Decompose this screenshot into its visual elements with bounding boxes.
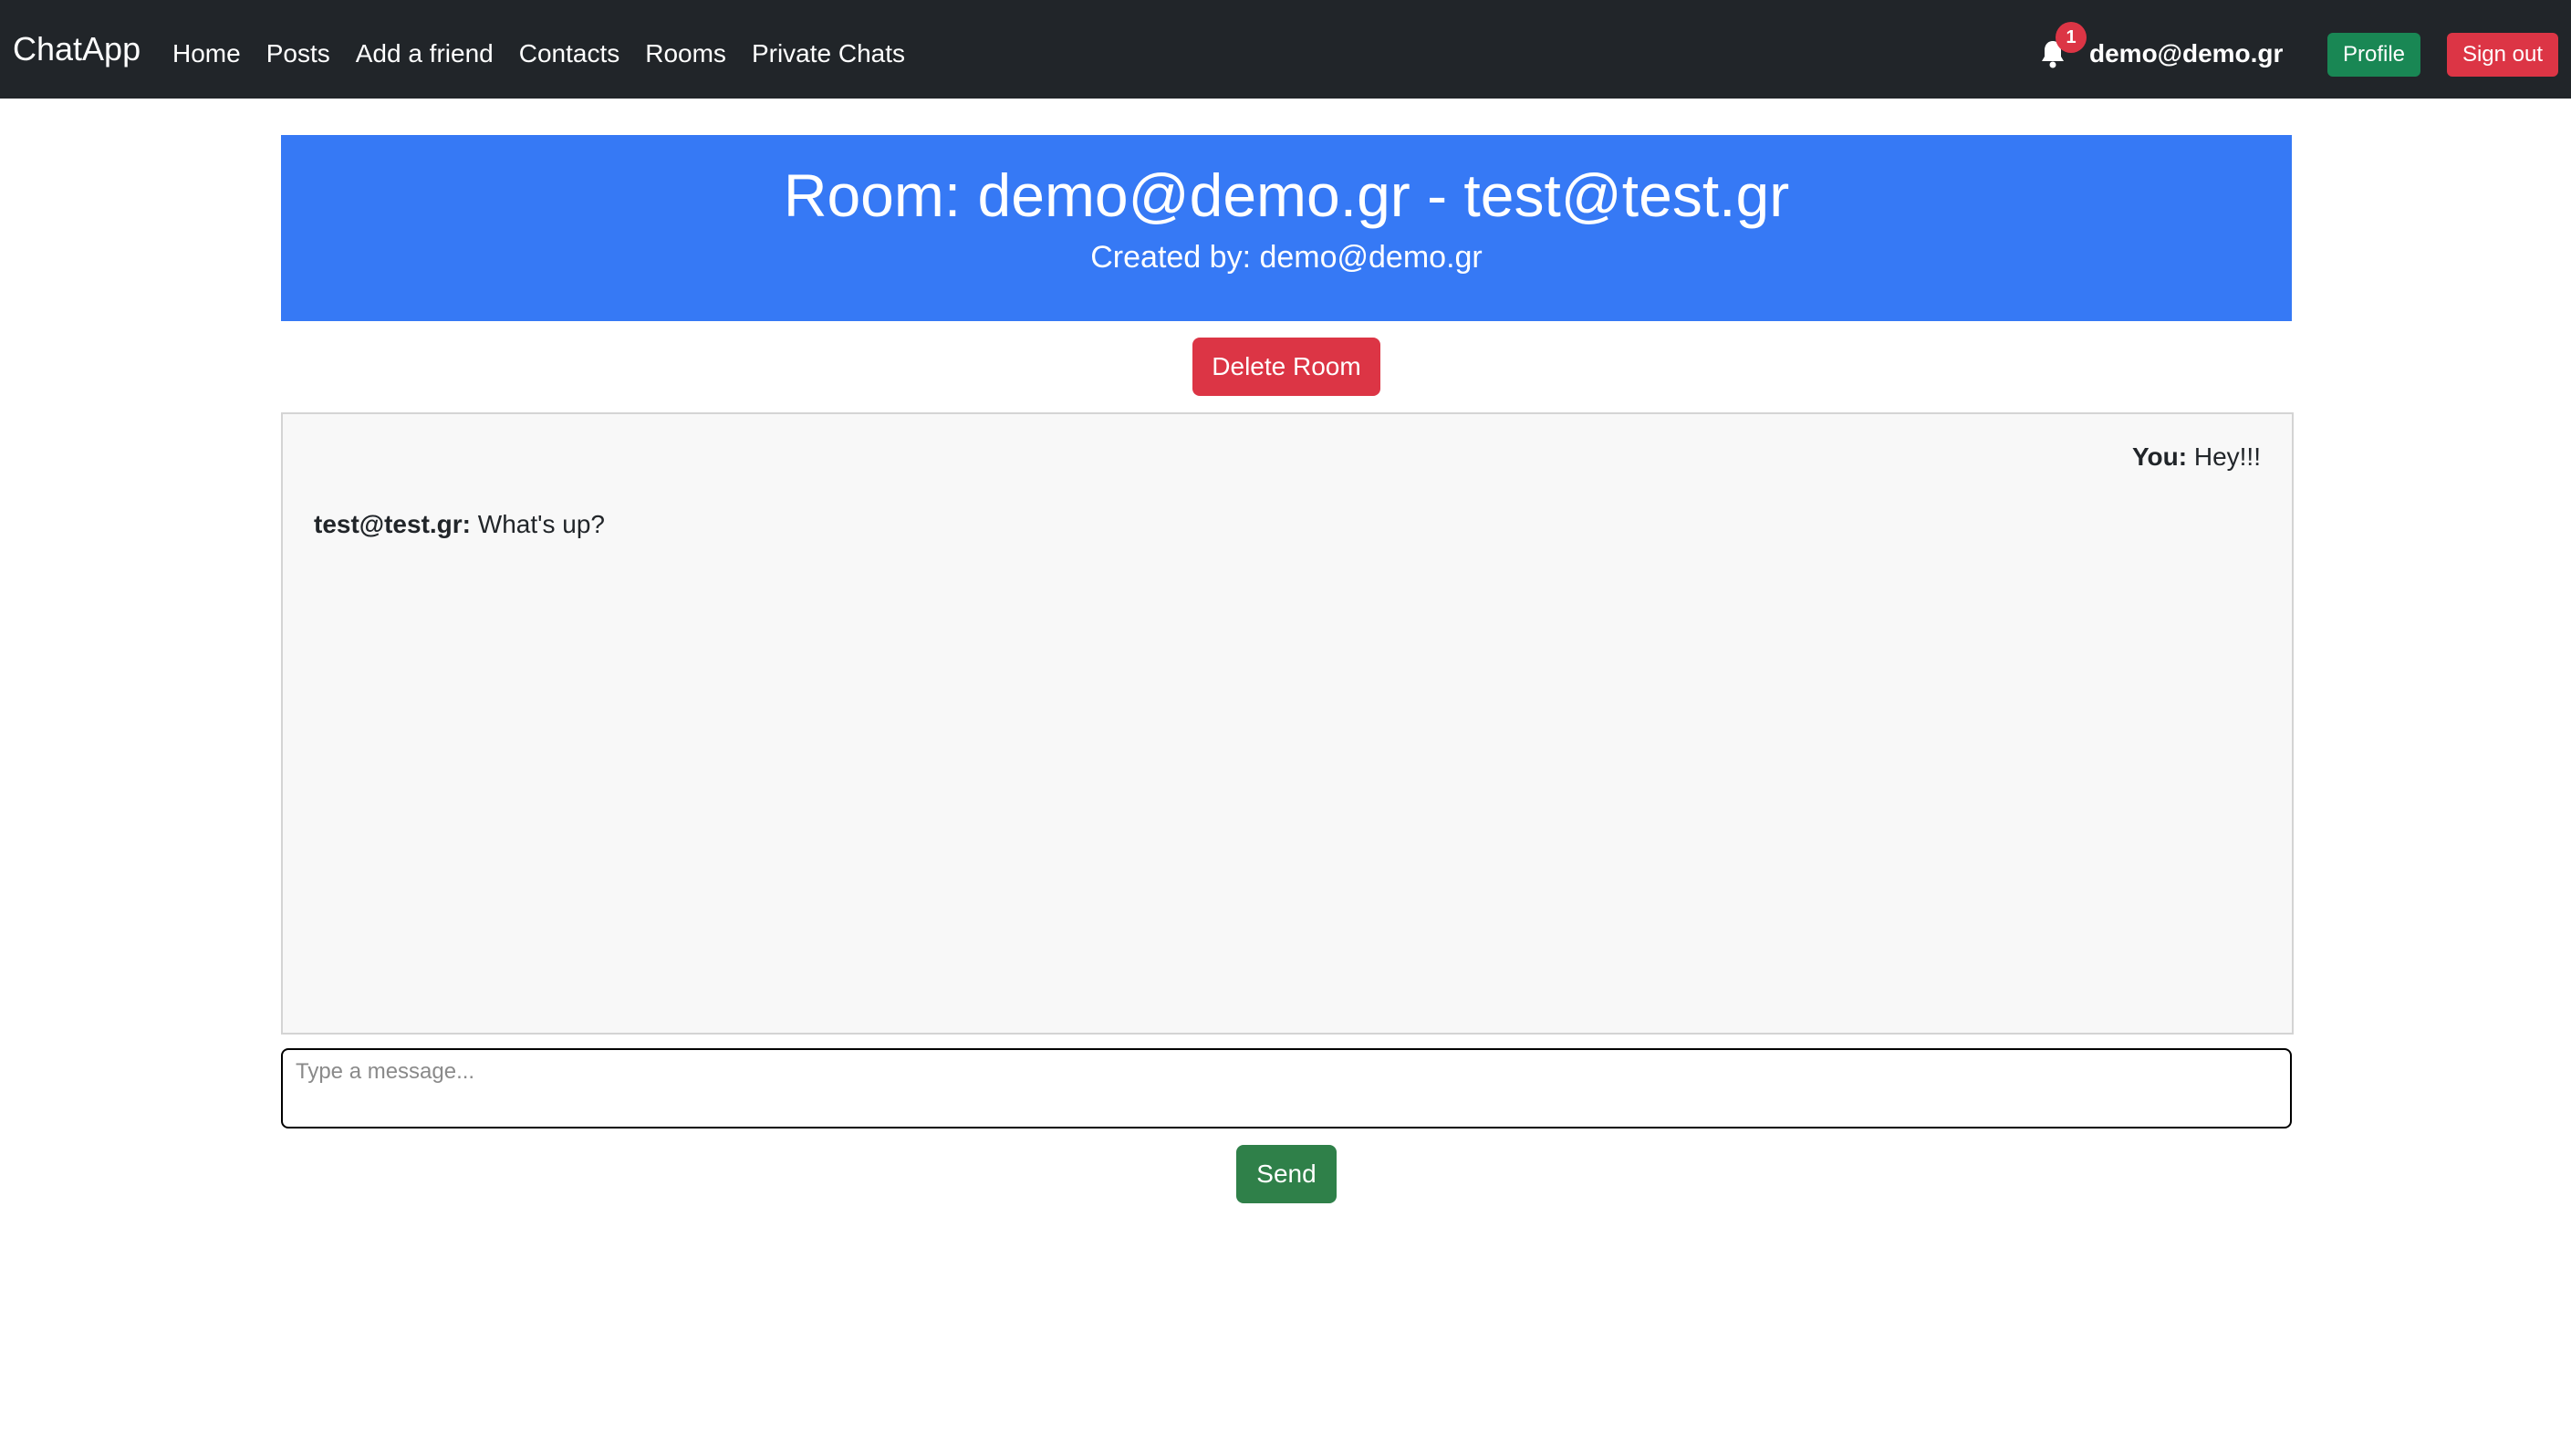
nav-link-posts[interactable]: Posts [266,38,330,69]
nav-link-contacts[interactable]: Contacts [519,38,620,69]
nav-links: Home Posts Add a friend Contacts Rooms P… [172,38,905,69]
nav-link-rooms[interactable]: Rooms [645,38,726,69]
current-user-email: demo@demo.gr [2089,39,2284,68]
brand-logo[interactable]: ChatApp [13,31,141,68]
message-text: Hey!!! [2193,442,2261,471]
room-title: Room: demo@demo.gr - test@test.gr [783,161,1790,229]
chat-message: test@test.gr: What's up? [314,509,605,540]
chat-message: You: Hey!!! [2132,442,2261,473]
message-input[interactable] [281,1048,2292,1128]
room-header: Room: demo@demo.gr - test@test.gr Create… [281,135,2292,321]
send-button[interactable]: Send [1236,1145,1337,1203]
nav-link-private-chats[interactable]: Private Chats [752,38,905,69]
notification-badge: 1 [2056,22,2087,53]
nav-link-home[interactable]: Home [172,38,241,69]
room-creator: Created by: demo@demo.gr [1090,240,1483,275]
nav-link-add-friend[interactable]: Add a friend [356,38,494,69]
delete-room-button[interactable]: Delete Room [1192,338,1380,396]
chat-messages-panel[interactable]: You: Hey!!! test@test.gr: What's up? [281,412,2294,1035]
sign-out-button[interactable]: Sign out [2447,33,2558,77]
top-navbar: ChatApp Home Posts Add a friend Contacts… [0,0,2571,99]
message-sender: test@test.gr: [314,510,478,538]
message-sender: You: [2131,442,2194,471]
message-text: What's up? [477,510,605,538]
profile-button[interactable]: Profile [2327,33,2420,77]
